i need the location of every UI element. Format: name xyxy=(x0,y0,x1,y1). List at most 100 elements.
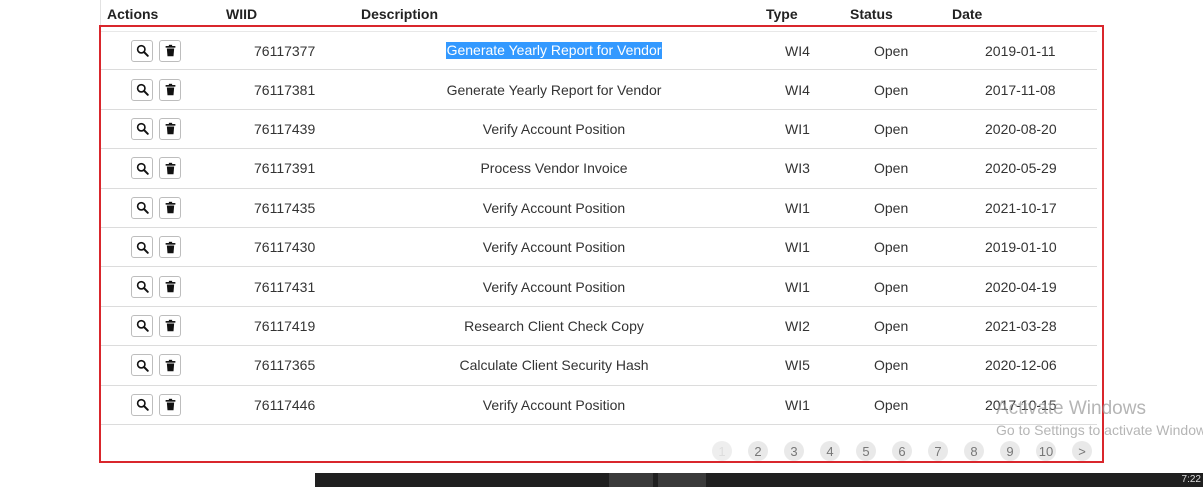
page-button-8[interactable]: 8 xyxy=(964,441,984,461)
page-button-7[interactable]: 7 xyxy=(928,441,948,461)
page-button-1[interactable]: 1 xyxy=(712,441,732,461)
header-date[interactable]: Date xyxy=(952,6,982,22)
delete-button[interactable] xyxy=(159,314,181,337)
wiid-cell: 76117365 xyxy=(254,346,315,384)
page-button-10[interactable]: 10 xyxy=(1036,441,1056,461)
row-actions xyxy=(131,307,181,345)
delete-button[interactable] xyxy=(159,196,181,219)
wiid-value: 76117381 xyxy=(254,81,316,98)
trash-icon xyxy=(164,319,177,332)
table-row[interactable]: 76117435 Verify Account Position WI1 Open 20… xyxy=(101,189,1097,228)
wiid-value: 76117377 xyxy=(254,42,316,59)
header-wiid[interactable]: WIID xyxy=(226,6,257,22)
table-row[interactable]: 76117430 Verify Account Position WI1 Open 20… xyxy=(101,228,1097,268)
delete-button[interactable] xyxy=(159,78,181,101)
trash-icon xyxy=(164,241,177,254)
row-actions xyxy=(131,189,181,227)
header-description[interactable]: Description xyxy=(361,6,438,22)
table-row[interactable]: 76117431 Verify Account Position WI1 Open 20… xyxy=(101,267,1097,307)
next-page-button[interactable]: > xyxy=(1072,441,1092,461)
row-actions xyxy=(131,228,181,266)
wiid-cell: 76117431 xyxy=(254,267,315,305)
description-cell: Calculate Client Security Hash xyxy=(401,346,707,384)
delete-button[interactable] xyxy=(159,236,181,259)
table-row[interactable]: 76117391 Process Vendor Invoice WI3 Open 202… xyxy=(101,149,1097,189)
wiid-value: 76117439 xyxy=(254,120,316,137)
search-icon xyxy=(136,83,149,96)
view-button[interactable] xyxy=(131,275,153,298)
wiid-cell: 76117430 xyxy=(254,228,315,266)
description-value: Verify Account Position xyxy=(482,239,626,256)
status-value: Open xyxy=(874,357,909,374)
taskbar-button[interactable] xyxy=(658,473,706,487)
view-button[interactable] xyxy=(131,354,153,377)
delete-button[interactable] xyxy=(159,275,181,298)
date-cell: 2020-05-29 xyxy=(985,149,1057,187)
search-icon xyxy=(136,44,149,57)
type-value: WI1 xyxy=(785,278,810,295)
delete-button[interactable] xyxy=(159,157,181,180)
date-value: 2020-05-29 xyxy=(985,160,1057,177)
row-actions xyxy=(131,70,181,108)
delete-button[interactable] xyxy=(159,393,181,416)
table-row[interactable]: 76117419 Research Client Check Copy WI2 Ope… xyxy=(101,307,1097,347)
view-button[interactable] xyxy=(131,236,153,259)
trash-icon xyxy=(164,280,177,293)
description-value: Process Vendor Invoice xyxy=(480,160,628,177)
type-cell: WI1 xyxy=(785,110,810,148)
delete-button[interactable] xyxy=(159,354,181,377)
type-cell: WI1 xyxy=(785,386,810,424)
view-button[interactable] xyxy=(131,196,153,219)
type-value: WI1 xyxy=(785,120,810,137)
view-button[interactable] xyxy=(131,117,153,140)
page-button-9[interactable]: 9 xyxy=(1000,441,1020,461)
wiid-value: 76117391 xyxy=(254,160,316,177)
description-value: Research Client Check Copy xyxy=(464,317,644,334)
status-cell: Open xyxy=(874,386,908,424)
date-cell: 2021-10-17 xyxy=(985,189,1057,227)
page-button-5[interactable]: 5 xyxy=(856,441,876,461)
description-cell: Verify Account Position xyxy=(401,228,707,266)
table-row[interactable]: 76117439 Verify Account Position WI1 Open 20… xyxy=(101,110,1097,150)
type-value: WI1 xyxy=(785,239,810,256)
page-button-4[interactable]: 4 xyxy=(820,441,840,461)
date-cell: 2017-11-08 xyxy=(985,70,1056,108)
wiid-value: 76117435 xyxy=(254,199,316,216)
view-button[interactable] xyxy=(131,39,153,62)
search-icon xyxy=(136,280,149,293)
page-button-2[interactable]: 2 xyxy=(748,441,768,461)
date-value: 2017-10-15 xyxy=(985,396,1057,413)
description-cell: Research Client Check Copy xyxy=(401,307,707,345)
trash-icon xyxy=(164,44,177,57)
trash-icon xyxy=(164,122,177,135)
date-value: 2021-03-28 xyxy=(985,317,1057,334)
table-row[interactable]: 76117377 Generate Yearly Report for Vendo… xyxy=(101,31,1097,71)
status-cell: Open xyxy=(874,70,908,108)
header-type[interactable]: Type xyxy=(766,6,798,22)
taskbar-button[interactable] xyxy=(609,473,653,487)
delete-button[interactable] xyxy=(159,39,181,62)
table-row[interactable]: 76117365 Calculate Client Security Hash WI… xyxy=(101,346,1097,386)
type-value: WI4 xyxy=(785,81,810,98)
table-row[interactable]: 76117381 Generate Yearly Report for Vendo… xyxy=(101,70,1097,110)
taskbar-clock: 7:22 xyxy=(1181,474,1201,485)
view-button[interactable] xyxy=(131,393,153,416)
date-value: 2020-04-19 xyxy=(985,278,1057,295)
view-button[interactable] xyxy=(131,314,153,337)
search-icon xyxy=(136,241,149,254)
row-actions xyxy=(131,386,181,424)
status-value: Open xyxy=(874,120,909,137)
wiid-value: 76117430 xyxy=(254,239,316,256)
status-value: Open xyxy=(874,42,909,59)
table-row[interactable]: 76117446 Verify Account Position WI1 Open 20… xyxy=(101,386,1097,425)
view-button[interactable] xyxy=(131,78,153,101)
type-value: WI5 xyxy=(785,357,810,374)
date-cell: 2020-04-19 xyxy=(985,267,1057,305)
page-button-6[interactable]: 6 xyxy=(892,441,912,461)
page-button-3[interactable]: 3 xyxy=(784,441,804,461)
view-button[interactable] xyxy=(131,157,153,180)
header-status[interactable]: Status xyxy=(850,6,893,22)
row-actions xyxy=(131,32,181,69)
delete-button[interactable] xyxy=(159,117,181,140)
date-value: 2020-12-06 xyxy=(985,357,1057,374)
